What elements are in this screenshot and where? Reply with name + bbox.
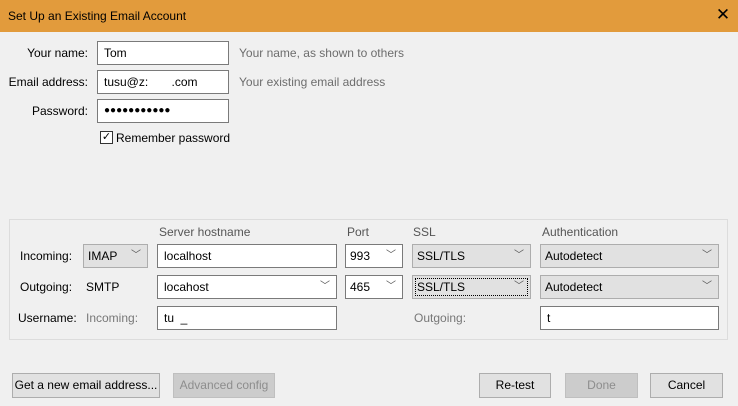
- password-input[interactable]: ●●●●●●●●●●●: [97, 99, 229, 123]
- incoming-protocol-select[interactable]: IMAP ﹀: [83, 244, 148, 268]
- incoming-ssl-value: SSL/TLS: [417, 249, 466, 263]
- hostname-header: Server hostname: [159, 225, 251, 239]
- incoming-port-select[interactable]: 993 ﹀: [345, 244, 403, 268]
- chevron-down-icon: ﹀: [131, 250, 141, 261]
- incoming-auth-value: Autodetect: [545, 249, 603, 263]
- advanced-config-button[interactable]: Advanced config: [173, 373, 275, 398]
- remember-password-checkbox[interactable]: ✓: [100, 131, 113, 144]
- username-outgoing-label: Outgoing:: [414, 311, 467, 325]
- outgoing-hostname-combo[interactable]: locahost ﹀: [157, 275, 337, 299]
- chevron-down-icon: ﹀: [386, 281, 396, 292]
- name-label: Your name:: [27, 46, 88, 60]
- chevron-down-icon: ﹀: [702, 250, 712, 261]
- chevron-down-icon: ﹀: [386, 250, 396, 261]
- email-hint: Your existing email address: [239, 75, 386, 89]
- get-new-email-button[interactable]: Get a new email address...: [12, 373, 160, 398]
- incoming-label: Incoming:: [20, 249, 73, 263]
- auth-header: Authentication: [542, 225, 619, 239]
- username-incoming-label: Incoming:: [86, 311, 139, 325]
- name-hint: Your name, as shown to others: [239, 46, 404, 60]
- outgoing-username-input[interactable]: t: [540, 306, 719, 330]
- outgoing-hostname-value: locahost: [164, 280, 209, 294]
- email-label: Email address:: [8, 75, 88, 89]
- username-label: Username:: [18, 311, 77, 325]
- chevron-down-icon: ﹀: [514, 250, 524, 261]
- incoming-port-value: 993: [350, 249, 371, 263]
- port-header: Port: [347, 225, 370, 239]
- chevron-down-icon[interactable]: ﹀: [320, 276, 330, 298]
- outgoing-port-value: 465: [350, 280, 371, 294]
- incoming-username-input[interactable]: tu _: [157, 306, 337, 330]
- password-label: Password:: [31, 104, 88, 118]
- chevron-down-icon: ﹀: [514, 281, 524, 292]
- outgoing-auth-value: Autodetect: [545, 280, 603, 294]
- outgoing-protocol: SMTP: [86, 280, 120, 294]
- ssl-header: SSL: [413, 225, 436, 239]
- cancel-button[interactable]: Cancel: [650, 373, 723, 398]
- name-input[interactable]: Tom: [97, 41, 229, 65]
- close-icon[interactable]: ✕: [714, 5, 732, 25]
- incoming-protocol-value: IMAP: [88, 249, 118, 263]
- done-button[interactable]: Done: [565, 373, 638, 398]
- remember-password-label[interactable]: Remember password: [116, 131, 230, 145]
- incoming-auth-select[interactable]: Autodetect ﹀: [540, 244, 719, 268]
- window-title: Set Up an Existing Email Account: [8, 9, 187, 23]
- outgoing-ssl-select[interactable]: SSL/TLS ﹀: [412, 275, 531, 299]
- outgoing-label: Outgoing:: [20, 280, 73, 294]
- retest-button[interactable]: Re-test: [479, 373, 551, 398]
- outgoing-port-select[interactable]: 465 ﹀: [345, 275, 403, 299]
- chevron-down-icon: ﹀: [702, 281, 712, 292]
- incoming-hostname-input[interactable]: localhost: [157, 244, 337, 268]
- email-input[interactable]: tusu@z: .com: [97, 70, 229, 94]
- outgoing-auth-select[interactable]: Autodetect ﹀: [540, 275, 719, 299]
- outgoing-ssl-value: SSL/TLS: [417, 280, 466, 294]
- incoming-ssl-select[interactable]: SSL/TLS ﹀: [412, 244, 531, 268]
